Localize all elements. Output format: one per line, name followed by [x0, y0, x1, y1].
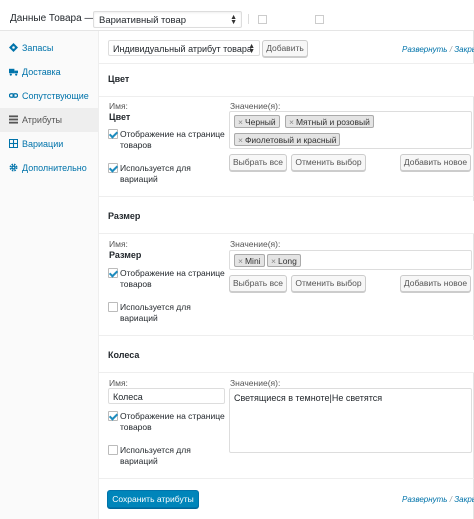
sidebar-item-label: Дополнительно	[22, 163, 87, 173]
select-all-button[interactable]: Выбрать все	[229, 154, 287, 171]
remove-tag-icon[interactable]: ×	[271, 256, 276, 266]
remove-tag-icon[interactable]: ×	[238, 256, 243, 266]
value-tag[interactable]: × Фиолетовый и красный	[234, 133, 341, 146]
select-none-button[interactable]: Отменить выбор	[291, 275, 366, 292]
truck-icon	[9, 68, 18, 76]
product-type-select[interactable]: Вариативный товар ▲ ▼	[93, 11, 242, 28]
attribute-title: Цвет	[108, 74, 130, 84]
attribute-header-wheels[interactable]: Колеса	[99, 340, 474, 373]
attribute-values-textarea[interactable]: Светящиеся в темноте|Не светятся	[229, 388, 472, 453]
visible-on-product-label: Отображение на странице товаров	[120, 268, 225, 289]
remove-tag-icon[interactable]: ×	[289, 117, 294, 127]
attribute-header-color[interactable]: Цвет	[99, 64, 474, 97]
select-all-button[interactable]: Выбрать все	[229, 275, 287, 292]
list-icon	[9, 115, 18, 124]
header-divider	[248, 14, 249, 24]
product-type-value: Вариативный товар	[99, 15, 187, 26]
attributes-toolbar: Индивидуальный атрибут товара ▲ ▼ Добавит…	[99, 31, 474, 64]
sidebar-item-inventory[interactable]: Запасы	[0, 36, 99, 60]
inventory-icon	[9, 43, 18, 52]
used-for-variations-label: Используется для вариаций	[120, 445, 191, 466]
attribute-taxonomy-select[interactable]: Индивидуальный атрибут товара ▲ ▼	[108, 40, 260, 56]
value-tag[interactable]: × Long	[267, 254, 301, 267]
attribute-header-size[interactable]: Размер	[99, 201, 474, 234]
link-separator: /	[449, 495, 452, 504]
section-divider	[99, 196, 474, 197]
gear-icon	[9, 163, 18, 172]
attribute-select-value: Индивидуальный атрибут товара	[113, 44, 252, 54]
name-label: Имя:	[109, 101, 128, 111]
expand-all-link[interactable]: Развернуть	[402, 45, 448, 54]
downloadable-checkbox[interactable]	[315, 15, 324, 24]
save-attributes-button[interactable]: Сохранить атрибуты	[107, 490, 199, 508]
collapse-all-link[interactable]: Закрыть	[454, 495, 474, 504]
sidebar-item-label: Вариации	[22, 139, 64, 149]
used-for-variations-label: Используется для вариаций	[120, 163, 191, 184]
remove-tag-icon[interactable]: ×	[238, 135, 243, 145]
visible-on-product-checkbox[interactable]	[108, 411, 118, 421]
values-label: Значение(я):	[230, 101, 281, 111]
attribute-title: Размер	[108, 211, 141, 221]
expand-collapse-links-bottom: Развернуть / Закрыть	[402, 495, 474, 504]
section-divider	[99, 478, 474, 479]
expand-all-link[interactable]: Развернуть	[402, 495, 448, 504]
used-for-variations-checkbox[interactable]	[108, 163, 118, 173]
used-for-variations-checkbox[interactable]	[108, 302, 118, 312]
attribute-values-select[interactable]: × Черный × Мятный и розовый × Фиолетовый и …	[229, 111, 472, 149]
visible-on-product-checkbox[interactable]	[108, 268, 118, 278]
value-tag[interactable]: × Mini	[234, 254, 265, 267]
sidebar-item-label: Сопутствующие	[22, 91, 89, 101]
attributes-panel: Индивидуальный атрибут товара ▲ ▼ Добавит…	[99, 31, 474, 519]
visible-on-product-label: Отображение на странице товаров	[120, 129, 225, 150]
visible-on-product-label: Отображение на странице товаров	[120, 411, 225, 432]
values-label: Значение(я):	[230, 378, 281, 388]
expand-collapse-links: Развернуть / Закрыть	[402, 45, 474, 54]
sidebar-item-label: Запасы	[22, 43, 54, 53]
name-label: Имя:	[109, 239, 128, 249]
sidebar-item-variations[interactable]: Вариации	[0, 132, 99, 156]
used-for-variations-checkbox[interactable]	[108, 445, 118, 455]
add-new-value-button[interactable]: Добавить новое	[400, 275, 471, 292]
sidebar-item-shipping[interactable]: Доставка	[0, 60, 99, 84]
remove-tag-icon[interactable]: ×	[238, 117, 243, 127]
sidebar-item-advanced[interactable]: Дополнительно	[0, 156, 99, 180]
attribute-name-value: Размер	[109, 250, 142, 260]
link-separator: /	[449, 45, 452, 54]
used-for-variations-label: Используется для вариаций	[120, 302, 191, 323]
select-arrows-icon: ▲ ▼	[248, 43, 255, 55]
virtual-checkbox[interactable]	[258, 15, 267, 24]
select-none-button[interactable]: Отменить выбор	[291, 154, 366, 171]
attribute-values-select[interactable]: × Mini × Long	[229, 250, 472, 270]
add-attribute-button[interactable]: Добавить	[262, 40, 308, 57]
add-new-value-button[interactable]: Добавить новое	[400, 154, 471, 171]
attribute-name-input[interactable]: Колеса	[108, 388, 225, 404]
sidebar-item-linked[interactable]: Сопутствующие	[0, 84, 99, 108]
value-tag[interactable]: × Мятный и розовый	[285, 115, 374, 128]
section-divider	[99, 335, 474, 336]
grid-icon	[9, 139, 18, 148]
product-data-tabs: Запасы Доставка Сопутствующие Атрибуты В…	[0, 31, 99, 519]
product-data-panel: Данные Товара — Вариативный товар ▲ ▼ Зап…	[0, 0, 474, 519]
attribute-name-value: Цвет	[109, 112, 131, 122]
visible-on-product-checkbox[interactable]	[108, 129, 118, 139]
sidebar-item-label: Атрибуты	[22, 115, 63, 125]
attribute-title: Колеса	[108, 350, 140, 360]
name-label: Имя:	[109, 378, 128, 388]
collapse-all-link[interactable]: Закрыть	[454, 45, 474, 54]
values-label: Значение(я):	[230, 239, 281, 249]
panel-title: Данные Товара —	[10, 13, 95, 24]
value-tag[interactable]: × Черный	[234, 115, 280, 128]
sidebar-item-label: Доставка	[22, 67, 61, 77]
link-icon	[9, 93, 18, 98]
select-arrows-icon: ▲ ▼	[230, 14, 237, 26]
sidebar-item-attributes[interactable]: Атрибуты	[0, 108, 99, 132]
panel-header: Данные Товара — Вариативный товар ▲ ▼	[0, 0, 474, 31]
